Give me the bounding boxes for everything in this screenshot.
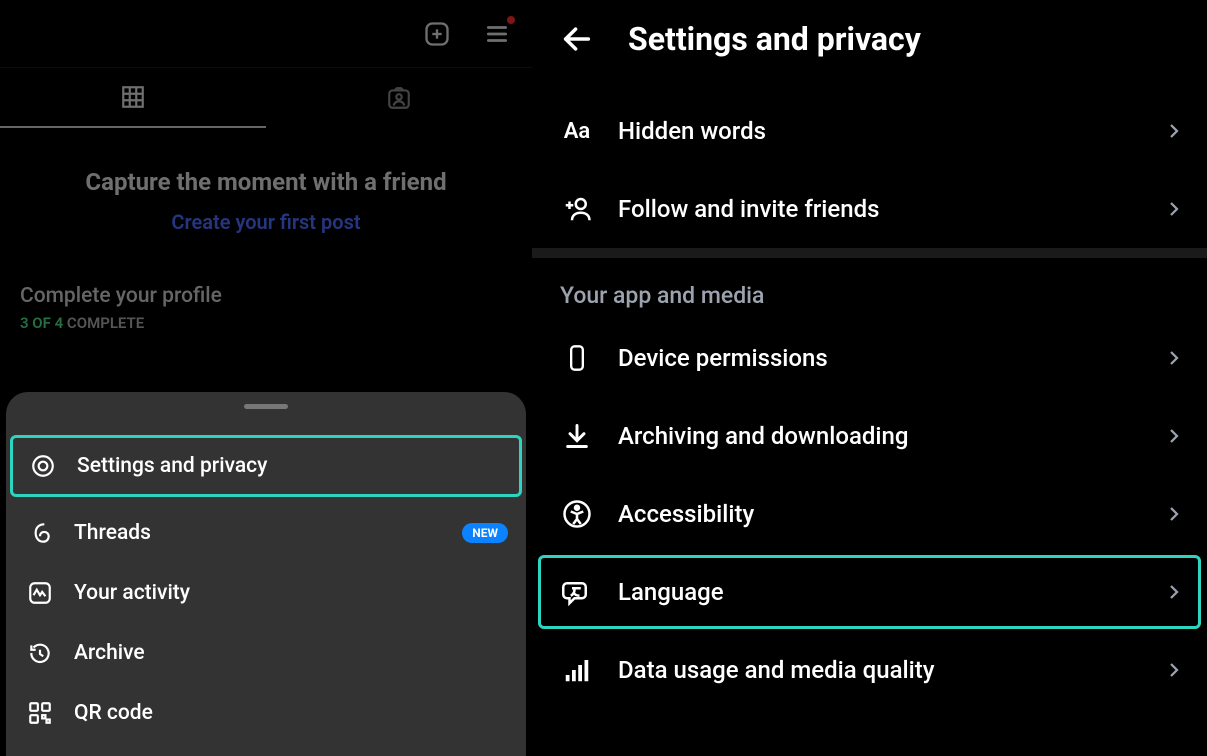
menu-label: Archive (74, 641, 145, 665)
chevron-right-icon (1165, 122, 1183, 140)
accessibility-icon (560, 497, 594, 531)
complete-profile-progress: 3 OF 4 COMPLETE (20, 314, 512, 332)
add-person-icon (560, 192, 594, 226)
complete-profile: Complete your profile 3 OF 4 COMPLETE (0, 264, 532, 332)
back-arrow-icon[interactable] (560, 22, 594, 56)
menu-your-activity[interactable]: Your activity (6, 563, 526, 623)
row-label: Archiving and downloading (618, 422, 908, 450)
hamburger-menu-icon[interactable] (482, 19, 512, 49)
row-label: Follow and invite friends (618, 195, 879, 223)
row-label: Device permissions (618, 344, 828, 372)
profile-header (0, 0, 532, 68)
settings-pane: Settings and privacy Aa Hidden words Fol… (532, 0, 1207, 756)
qr-code-icon (26, 699, 54, 727)
menu-qr-code[interactable]: QR code (6, 683, 526, 743)
gear-icon (29, 452, 57, 480)
progress-rest: COMPLETE (63, 314, 144, 332)
threads-icon (26, 519, 54, 547)
settings-header: Settings and privacy (532, 0, 1207, 92)
row-device-permissions[interactable]: Device permissions (532, 319, 1207, 397)
complete-profile-title: Complete your profile (20, 284, 512, 308)
row-archiving-downloading[interactable]: Archiving and downloading (532, 397, 1207, 475)
download-icon (560, 419, 594, 453)
menu-label: Your activity (74, 581, 190, 605)
profile-tabs (0, 68, 532, 128)
create-post-icon[interactable] (422, 19, 452, 49)
chevron-right-icon (1165, 427, 1183, 445)
progress-count: 3 OF 4 (20, 314, 63, 332)
row-label: Hidden words (618, 117, 766, 145)
create-first-post-link[interactable]: Create your first post (171, 210, 360, 234)
new-badge: NEW (462, 523, 508, 543)
activity-icon (26, 579, 54, 607)
menu-label: QR code (74, 701, 153, 725)
aa-icon: Aa (560, 114, 594, 148)
menu-settings-privacy[interactable]: Settings and privacy (10, 435, 522, 497)
menu-threads[interactable]: Threads NEW (6, 503, 526, 563)
tab-grid[interactable] (0, 68, 266, 128)
chevron-right-icon (1165, 200, 1183, 218)
row-label: Accessibility (618, 500, 754, 528)
tab-tagged[interactable] (266, 68, 532, 128)
chevron-right-icon (1165, 583, 1183, 601)
language-icon (560, 575, 594, 609)
chevron-right-icon (1165, 349, 1183, 367)
device-icon (560, 341, 594, 375)
sheet-handle[interactable] (244, 404, 288, 409)
menu-label: Settings and privacy (77, 454, 267, 478)
archive-icon (26, 639, 54, 667)
options-sheet: Settings and privacy Threads NEW Your ac… (6, 392, 526, 756)
menu-label: Threads (74, 521, 151, 545)
bars-icon (560, 653, 594, 687)
row-follow-invite[interactable]: Follow and invite friends (532, 170, 1207, 248)
menu-archive[interactable]: Archive (6, 623, 526, 683)
row-data-usage[interactable]: Data usage and media quality (532, 631, 1207, 709)
empty-state-title: Capture the moment with a friend (20, 168, 512, 196)
row-language[interactable]: Language (532, 553, 1207, 631)
section-label: Your app and media (532, 258, 1207, 319)
profile-pane: Capture the moment with a friend Create … (0, 0, 532, 756)
row-hidden-words[interactable]: Aa Hidden words (532, 92, 1207, 170)
empty-state: Capture the moment with a friend Create … (0, 128, 532, 264)
row-label: Language (618, 578, 724, 606)
row-accessibility[interactable]: Accessibility (532, 475, 1207, 553)
chevron-right-icon (1165, 661, 1183, 679)
row-label: Data usage and media quality (618, 656, 935, 684)
chevron-right-icon (1165, 505, 1183, 523)
page-title: Settings and privacy (628, 20, 921, 58)
section-divider (532, 248, 1207, 258)
